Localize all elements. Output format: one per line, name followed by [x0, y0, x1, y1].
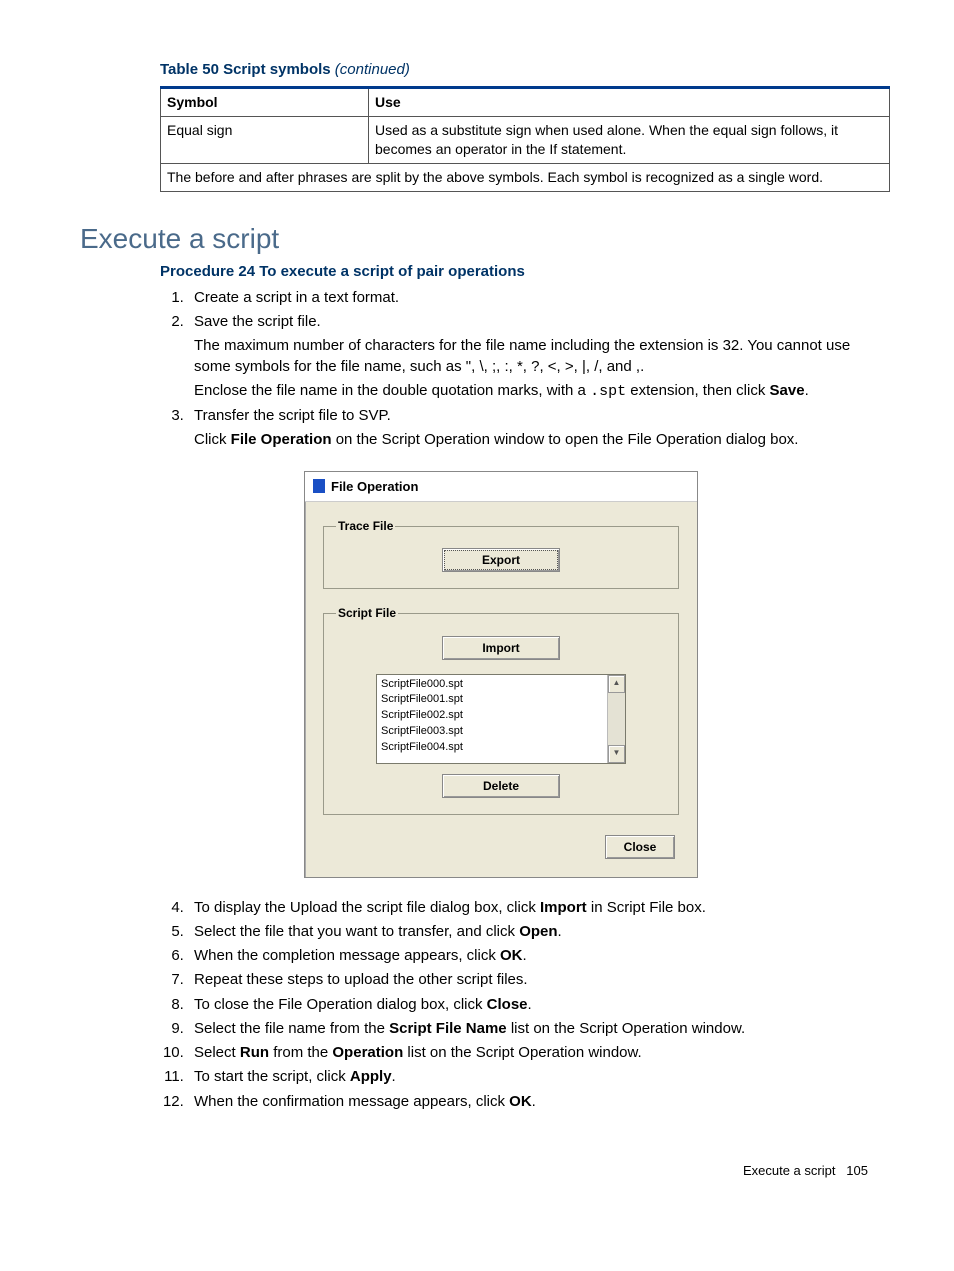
dialog-titlebar: File Operation — [305, 472, 697, 503]
list-item[interactable]: ScriptFile003.spt — [381, 724, 603, 740]
close-button[interactable]: Close — [605, 835, 675, 859]
step-5: Select the file that you want to transfe… — [188, 922, 874, 942]
export-button[interactable]: Export — [442, 548, 560, 572]
step-4: To display the Upload the script file di… — [188, 898, 874, 918]
col-use: Use — [369, 88, 890, 117]
step-3-para-1: Click File Operation on the Script Opera… — [194, 430, 874, 450]
step-12: When the confirmation message appears, c… — [188, 1092, 874, 1112]
step-3: Transfer the script file to SVP. Click F… — [188, 406, 874, 877]
step-10: Select Run from the Operation list on th… — [188, 1043, 874, 1063]
step-2: Save the script file. The maximum number… — [188, 312, 874, 402]
list-item[interactable]: ScriptFile000.spt — [381, 677, 603, 693]
caption-main: Table 50 Script symbols — [160, 61, 335, 78]
import-button[interactable]: Import — [442, 636, 560, 660]
table-caption: Table 50 Script symbols (continued) — [160, 60, 874, 80]
cell-use: Used as a substitute sign when used alon… — [369, 117, 890, 164]
step-8: To close the File Operation dialog box, … — [188, 995, 874, 1015]
scroll-down-icon[interactable]: ▼ — [608, 745, 625, 763]
script-file-group: Script File Import ScriptFile000.spt Scr… — [323, 605, 679, 814]
dialog-title-text: File Operation — [331, 478, 418, 496]
cell-symbol: Equal sign — [161, 117, 369, 164]
procedure-steps: Create a script in a text format. Save t… — [160, 288, 874, 1112]
dialog-icon — [313, 479, 325, 493]
delete-button[interactable]: Delete — [442, 774, 560, 798]
procedure-title: Procedure 24 To execute a script of pair… — [160, 262, 874, 282]
section-heading: Execute a script — [80, 220, 874, 258]
script-symbols-table: Symbol Use Equal sign Used as a substitu… — [160, 86, 890, 192]
list-item[interactable]: ScriptFile004.spt — [381, 740, 603, 756]
list-item[interactable]: ScriptFile001.spt — [381, 692, 603, 708]
scroll-up-icon[interactable]: ▲ — [608, 675, 625, 693]
step-1: Create a script in a text format. — [188, 288, 874, 308]
step-2-para-2: Enclose the file name in the double quot… — [194, 381, 874, 402]
footer-text: Execute a script — [743, 1163, 836, 1178]
table-footer-row: The before and after phrases are split b… — [161, 163, 890, 191]
list-item[interactable]: ScriptFile002.spt — [381, 708, 603, 724]
table-footer-text: The before and after phrases are split b… — [161, 163, 890, 191]
trace-file-group: Trace File Export — [323, 518, 679, 589]
script-file-listbox[interactable]: ScriptFile000.spt ScriptFile001.spt Scri… — [376, 674, 626, 764]
trace-file-legend: Trace File — [336, 518, 395, 534]
step-2-para-1: The maximum number of characters for the… — [194, 336, 874, 377]
page-footer: Execute a script 105 — [80, 1162, 874, 1180]
table-row: Equal sign Used as a substitute sign whe… — [161, 117, 890, 164]
caption-continued: (continued) — [335, 61, 410, 78]
step-7: Repeat these steps to upload the other s… — [188, 970, 874, 990]
script-file-legend: Script File — [336, 605, 398, 621]
step-6: When the completion message appears, cli… — [188, 946, 874, 966]
file-operation-dialog: File Operation Trace File Export Script … — [304, 471, 698, 878]
page-number: 105 — [846, 1163, 868, 1178]
scrollbar[interactable]: ▲ ▼ — [607, 675, 625, 763]
step-9: Select the file name from the Script Fil… — [188, 1019, 874, 1039]
step-11: To start the script, click Apply. — [188, 1067, 874, 1087]
col-symbol: Symbol — [161, 88, 369, 117]
